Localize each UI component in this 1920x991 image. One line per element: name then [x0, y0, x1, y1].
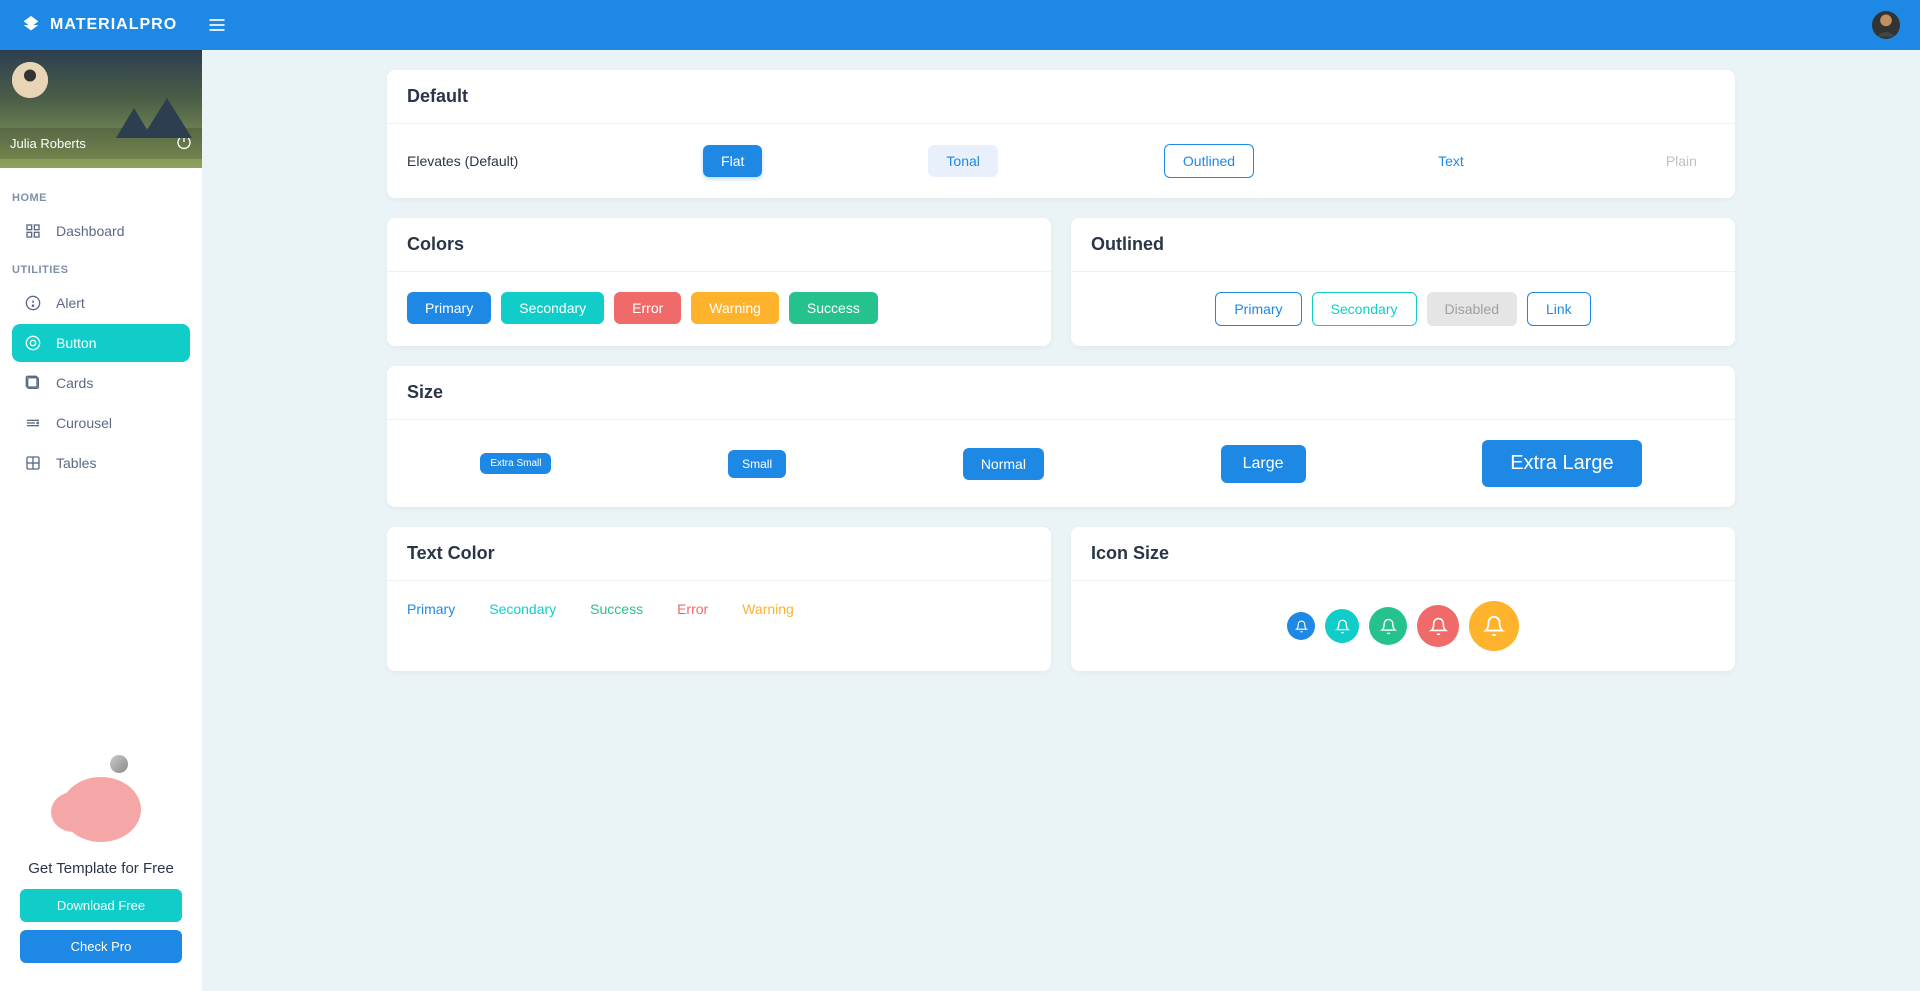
- logo-icon: [20, 14, 42, 36]
- card-colors: Colors Primary Secondary Error Warning S…: [387, 218, 1051, 346]
- card-text-color: Text Color Primary Secondary Success Err…: [387, 527, 1051, 671]
- bell-icon-button-md[interactable]: [1369, 607, 1407, 645]
- primary-button[interactable]: Primary: [407, 292, 491, 324]
- nav-section-utilities: UTILITIES: [12, 264, 190, 276]
- user-avatar[interactable]: [1872, 11, 1900, 39]
- brand-text: MATERIALPRO: [50, 16, 177, 34]
- outlined-secondary-button[interactable]: Secondary: [1312, 292, 1417, 326]
- text-error[interactable]: Error: [677, 601, 708, 617]
- card-default: Default Elevates (Default) Flat Tonal Ou…: [387, 70, 1735, 198]
- plain-button[interactable]: Plain: [1648, 145, 1715, 177]
- logo[interactable]: MATERIALPRO: [20, 14, 177, 36]
- bell-icon-button-lg[interactable]: [1417, 605, 1459, 647]
- card-title-default: Default: [387, 70, 1735, 124]
- error-button[interactable]: Error: [614, 292, 681, 324]
- sidebar-item-tables[interactable]: Tables: [12, 444, 190, 482]
- text-primary[interactable]: Primary: [407, 601, 455, 617]
- tables-icon: [24, 454, 42, 472]
- sidebar: Julia Roberts HOME Dashboard UTILITIES A…: [0, 50, 202, 991]
- card-title-outlined: Outlined: [1071, 218, 1735, 272]
- outlined-disabled-button: Disabled: [1427, 292, 1517, 326]
- large-button[interactable]: Large: [1221, 445, 1306, 483]
- text-warning[interactable]: Warning: [742, 601, 794, 617]
- sidebar-item-cards[interactable]: Cards: [12, 364, 190, 402]
- sidebar-item-carousel[interactable]: Curousel: [12, 404, 190, 442]
- dashboard-icon: [24, 222, 42, 240]
- sidebar-avatar[interactable]: [12, 62, 48, 98]
- card-icon-size: Icon Size: [1071, 527, 1735, 671]
- promo-title: Get Template for Free: [20, 860, 182, 877]
- main-content: Default Elevates (Default) Flat Tonal Ou…: [202, 50, 1920, 991]
- normal-button[interactable]: Normal: [963, 448, 1044, 480]
- topbar: MATERIALPRO: [0, 0, 1920, 50]
- extra-small-button[interactable]: Extra Small: [480, 453, 551, 474]
- check-pro-button[interactable]: Check Pro: [20, 930, 182, 963]
- card-title-size: Size: [387, 366, 1735, 420]
- nav-section-home: HOME: [12, 192, 190, 204]
- promo-box: Get Template for Free Download Free Chec…: [0, 750, 202, 991]
- card-size: Size Extra Small Small Normal Large Extr…: [387, 366, 1735, 507]
- user-name: Julia Roberts: [10, 136, 86, 151]
- sidebar-item-alert[interactable]: Alert: [12, 284, 190, 322]
- text-success[interactable]: Success: [590, 601, 643, 617]
- default-label: Elevates (Default): [407, 153, 537, 169]
- cards-icon: [24, 374, 42, 392]
- download-free-button[interactable]: Download Free: [20, 889, 182, 922]
- sidebar-item-button[interactable]: Button: [12, 324, 190, 362]
- outlined-link-button[interactable]: Link: [1527, 292, 1591, 326]
- card-title-icon-size: Icon Size: [1071, 527, 1735, 581]
- piggy-icon: [56, 760, 146, 850]
- card-title-text-color: Text Color: [387, 527, 1051, 581]
- text-button[interactable]: Text: [1420, 145, 1482, 177]
- text-secondary[interactable]: Secondary: [489, 601, 556, 617]
- bell-icon-button-sm[interactable]: [1325, 609, 1359, 643]
- button-icon: [24, 334, 42, 352]
- secondary-button[interactable]: Secondary: [501, 292, 604, 324]
- card-outlined: Outlined Primary Secondary Disabled Link: [1071, 218, 1735, 346]
- bell-icon-button-xl[interactable]: [1469, 601, 1519, 651]
- outlined-primary-button[interactable]: Primary: [1215, 292, 1301, 326]
- menu-icon[interactable]: [207, 15, 227, 35]
- extra-large-button[interactable]: Extra Large: [1482, 440, 1641, 487]
- carousel-icon: [24, 414, 42, 432]
- small-button[interactable]: Small: [728, 450, 786, 478]
- bell-icon-button-xs[interactable]: [1287, 612, 1315, 640]
- success-button[interactable]: Success: [789, 292, 878, 324]
- sidebar-item-dashboard[interactable]: Dashboard: [12, 212, 190, 250]
- warning-button[interactable]: Warning: [691, 292, 779, 324]
- card-title-colors: Colors: [387, 218, 1051, 272]
- user-profile-box: Julia Roberts: [0, 50, 202, 168]
- outlined-button[interactable]: Outlined: [1164, 144, 1254, 178]
- alert-icon: [24, 294, 42, 312]
- flat-button[interactable]: Flat: [703, 145, 762, 177]
- tonal-button[interactable]: Tonal: [928, 145, 997, 177]
